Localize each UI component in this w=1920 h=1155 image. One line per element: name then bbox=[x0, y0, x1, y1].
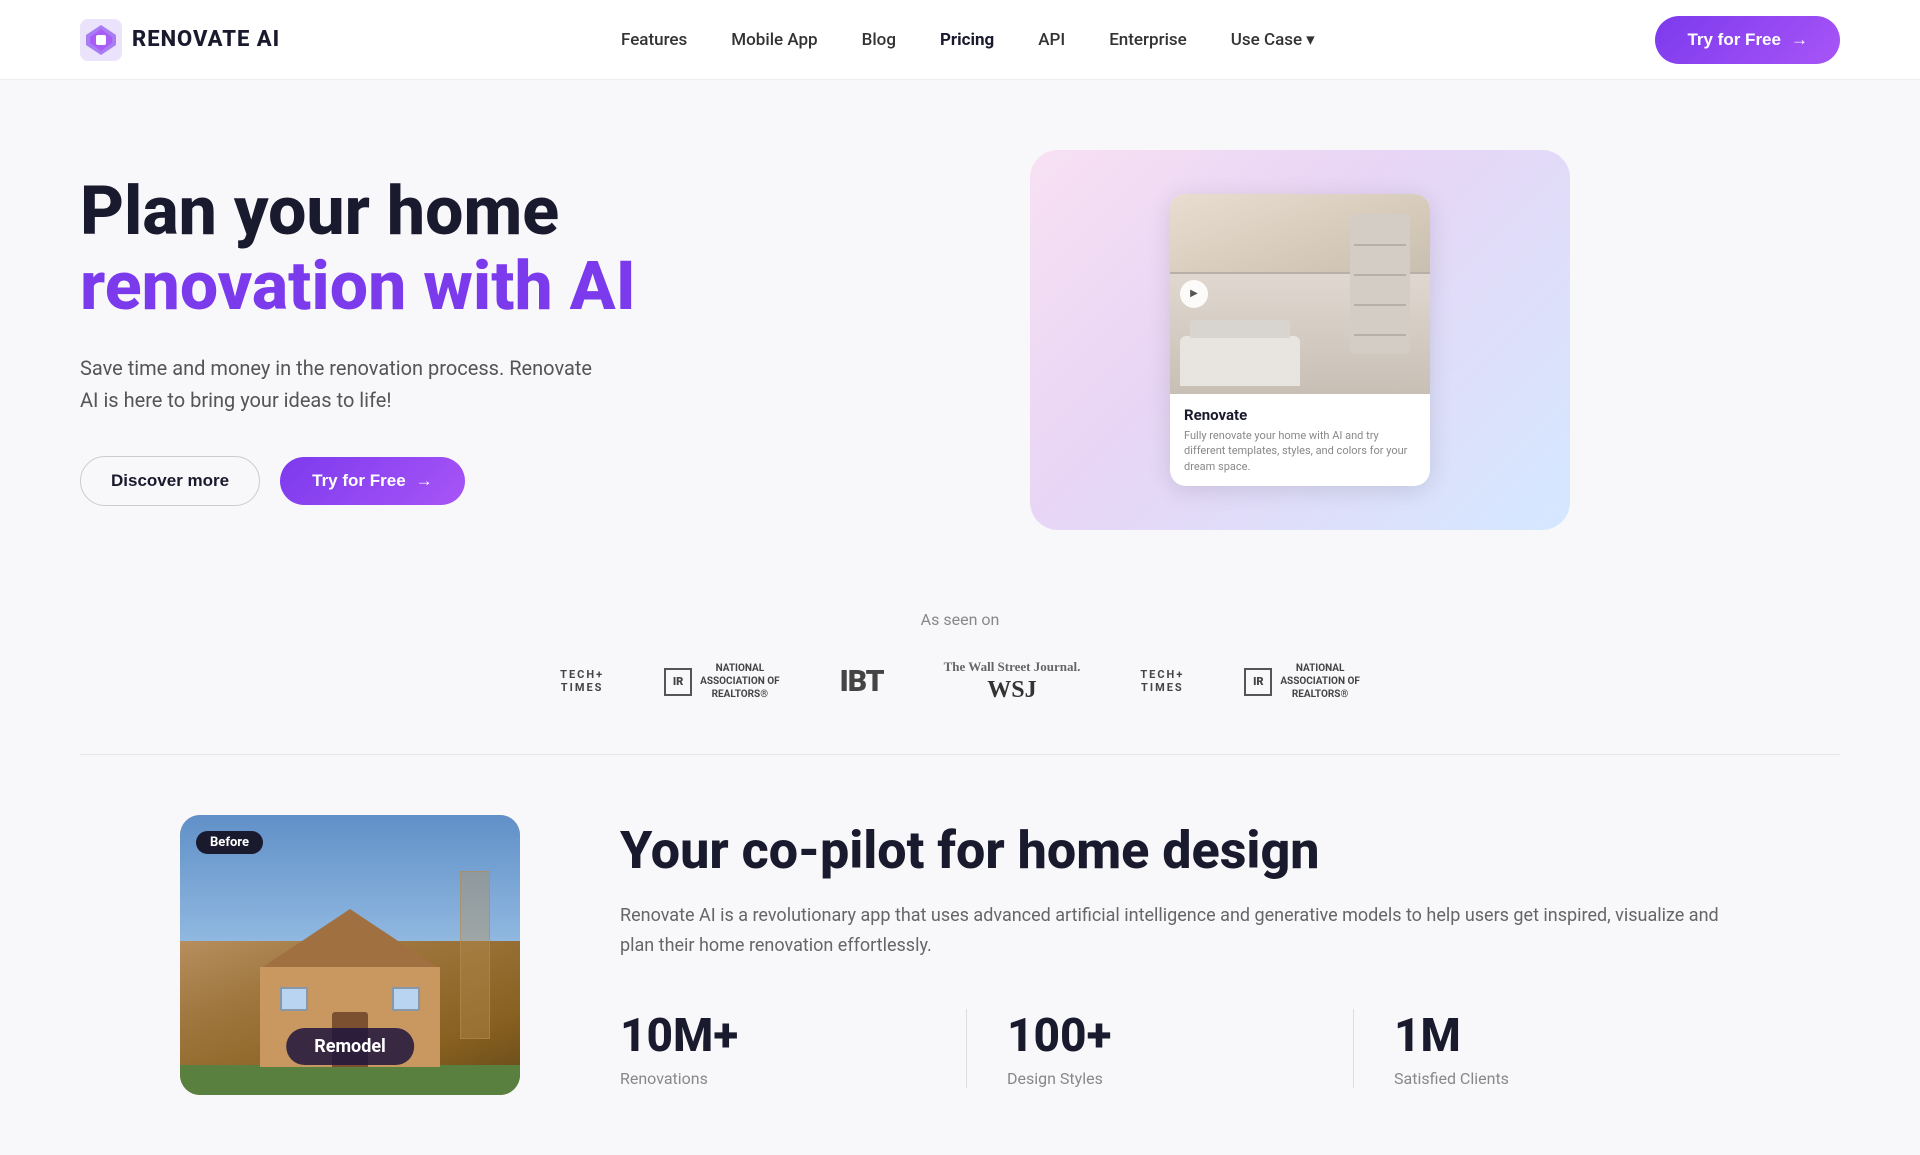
tech-times-logo-2: TECH+ TIMES bbox=[1140, 669, 1184, 693]
hero-title: Plan your home renovation with AI bbox=[80, 174, 700, 324]
logo-icon bbox=[80, 19, 122, 61]
stat-renovations: 10M+ Renovations bbox=[620, 1009, 967, 1088]
media-logos-row: TECH+ TIMES IR NATIONAL ASSOCIATION OF R… bbox=[80, 659, 1840, 704]
stat-renovations-label: Renovations bbox=[620, 1069, 926, 1088]
stat-design-styles-label: Design Styles bbox=[1007, 1069, 1313, 1088]
hero-try-free-button[interactable]: Try for Free → bbox=[280, 457, 465, 505]
play-button-icon[interactable]: ▶ bbox=[1180, 280, 1208, 308]
stat-design-styles: 100+ Design Styles bbox=[967, 1009, 1354, 1088]
copilot-description: Renovate AI is a revolutionary app that … bbox=[620, 901, 1740, 960]
ground bbox=[180, 1065, 520, 1095]
nar-icon-2: IR bbox=[1244, 668, 1272, 696]
hero-description: Save time and money in the renovation pr… bbox=[80, 352, 600, 416]
nav-item-pricing[interactable]: Pricing bbox=[940, 30, 994, 50]
brand-logo[interactable]: RENOVATE AI bbox=[80, 19, 280, 61]
hero-room-card: ▶ Renovate Fully renovate your home with… bbox=[1030, 150, 1570, 530]
room-card-desc: Fully renovate your home with AI and try… bbox=[1184, 428, 1416, 474]
arrow-right-icon: → bbox=[1791, 30, 1808, 50]
chevron-down-icon: ▾ bbox=[1306, 30, 1315, 50]
roof bbox=[260, 909, 440, 969]
nar-logo-2: IR NATIONAL ASSOCIATION OF REALTORS® bbox=[1244, 662, 1360, 701]
copilot-title: Your co-pilot for home design bbox=[620, 822, 1740, 879]
nav-item-api[interactable]: API bbox=[1038, 30, 1065, 50]
nav-try-free-button[interactable]: Try for Free → bbox=[1655, 16, 1840, 64]
nar-icon-1: IR bbox=[664, 668, 692, 696]
brand-name: RENOVATE AI bbox=[132, 27, 280, 52]
room-image: ▶ bbox=[1170, 194, 1430, 394]
nar-text-1: NATIONAL ASSOCIATION OF REALTORS® bbox=[700, 662, 780, 701]
nav-item-features[interactable]: Features bbox=[621, 30, 687, 50]
nav-item-blog[interactable]: Blog bbox=[862, 30, 896, 50]
hero-content: Plan your home renovation with AI Save t… bbox=[80, 174, 700, 506]
hero-section: Plan your home renovation with AI Save t… bbox=[0, 80, 1920, 580]
before-house-card: Before Remodel bbox=[180, 815, 520, 1095]
arrow-right-icon: → bbox=[416, 471, 433, 491]
stats-row: 10M+ Renovations 100+ Design Styles 1M S… bbox=[620, 1009, 1740, 1088]
copilot-section: Before Remodel Your co-pilot for home de… bbox=[0, 755, 1920, 1155]
copilot-content: Your co-pilot for home design Renovate A… bbox=[620, 822, 1740, 1088]
before-tag: Before bbox=[196, 831, 263, 854]
scaffolding bbox=[460, 871, 490, 1039]
room-shelf-decoration bbox=[1350, 214, 1410, 354]
nar-text-2: NATIONAL ASSOCIATION OF REALTORS® bbox=[1280, 662, 1360, 701]
room-preview-card: ▶ Renovate Fully renovate your home with… bbox=[1170, 194, 1430, 486]
stat-design-styles-number: 100+ bbox=[1007, 1009, 1313, 1063]
stat-satisfied-clients-label: Satisfied Clients bbox=[1394, 1069, 1700, 1088]
hero-buttons: Discover more Try for Free → bbox=[80, 456, 700, 506]
window-left bbox=[280, 987, 308, 1011]
room-info: Renovate Fully renovate your home with A… bbox=[1170, 394, 1430, 486]
as-seen-on-section: As seen on TECH+ TIMES IR NATIONAL ASSOC… bbox=[0, 580, 1920, 754]
hero-visual: ▶ Renovate Fully renovate your home with… bbox=[760, 150, 1840, 530]
navbar: RENOVATE AI Features Mobile App Blog Pri… bbox=[0, 0, 1920, 80]
room-bed-decoration bbox=[1180, 336, 1300, 386]
nav-item-enterprise[interactable]: Enterprise bbox=[1109, 30, 1187, 50]
nav-links: Features Mobile App Blog Pricing API Ent… bbox=[621, 30, 1315, 50]
stat-satisfied-clients-number: 1M bbox=[1394, 1009, 1700, 1063]
window-right bbox=[392, 987, 420, 1011]
nav-item-use-case[interactable]: Use Case ▾ bbox=[1231, 30, 1315, 50]
stat-renovations-number: 10M+ bbox=[620, 1009, 926, 1063]
stat-satisfied-clients: 1M Satisfied Clients bbox=[1354, 1009, 1740, 1088]
nar-logo-1: IR NATIONAL ASSOCIATION OF REALTORS® bbox=[664, 662, 780, 701]
tech-times-logo-1: TECH+ TIMES bbox=[560, 669, 604, 693]
nav-item-mobile-app[interactable]: Mobile App bbox=[731, 30, 817, 50]
wsj-logo: The Wall Street Journal. WSJ bbox=[944, 659, 1081, 704]
as-seen-on-label: As seen on bbox=[80, 610, 1840, 629]
room-card-title: Renovate bbox=[1184, 406, 1416, 424]
discover-more-button[interactable]: Discover more bbox=[80, 456, 260, 506]
ibt-logo: IBT bbox=[840, 664, 884, 699]
remodel-label: Remodel bbox=[286, 1028, 414, 1065]
